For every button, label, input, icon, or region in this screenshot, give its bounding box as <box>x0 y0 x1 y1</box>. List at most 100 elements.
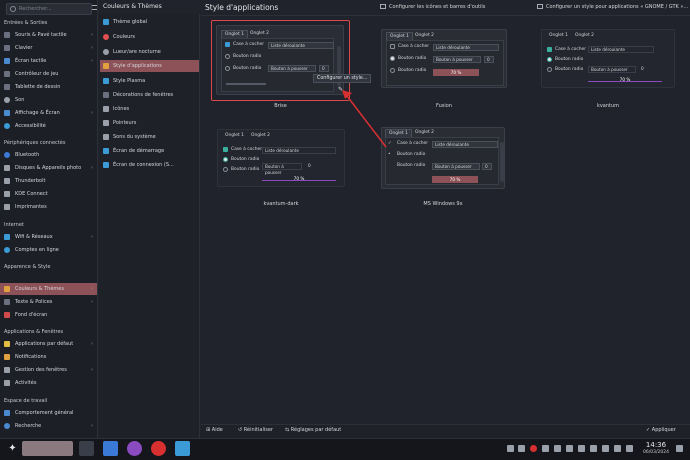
color-wheel-icon <box>103 34 109 40</box>
style-preview-ms-windows-9x[interactable]: Onglet 1 Onglet 2 ✓ Case à cocher • Bout… <box>381 127 505 189</box>
sidebar-item-touchscreen[interactable]: Écran tactile › <box>0 55 97 67</box>
sidebar-item-keyboard[interactable]: Clavier › <box>0 42 97 54</box>
activities-icon <box>4 380 10 386</box>
music-icon <box>103 134 109 140</box>
nav-item-cursors[interactable]: Pointeurs <box>100 117 199 129</box>
sidebar-item-activities[interactable]: Activités <box>0 377 97 389</box>
sidebar-item-drawing-tablet[interactable]: Tablette de dessin <box>0 81 97 93</box>
sidebar-item-colors-themes[interactable]: Couleurs & Thèmes › <box>0 283 97 295</box>
sidebar-item-default-apps[interactable]: Applications par défaut › <box>0 338 97 350</box>
file-manager-icon[interactable] <box>103 441 118 456</box>
nav-item-icons[interactable]: Icônes <box>100 103 199 115</box>
nav-item-splash-screen[interactable]: Écran de démarrage <box>100 145 199 157</box>
nav-item-night-light[interactable]: Lueur/are nocturne <box>100 46 199 58</box>
wallpaper-icon <box>4 312 10 318</box>
configure-icons-toolbars-button[interactable]: Configurer les icônes et barres d'outils <box>380 4 485 10</box>
bluetooth-icon[interactable] <box>614 445 621 452</box>
nav-item-global-theme[interactable]: Thème global <box>100 16 199 28</box>
help-button[interactable]: ⊞ Aide <box>206 427 223 433</box>
notifications-icon[interactable] <box>626 445 633 452</box>
sidebar-item-online-accounts[interactable]: Comptes en ligne <box>0 244 97 256</box>
volume-icon[interactable] <box>602 445 609 452</box>
speaker-icon <box>4 97 10 103</box>
sidebar-item-fonts[interactable]: Texte & Polices › <box>0 296 97 308</box>
sidebar-item-kde-connect[interactable]: KDE Connect <box>0 188 97 200</box>
sidebar-item-notifications[interactable]: Notifications <box>0 351 97 363</box>
sidebar-item-disks[interactable]: Disques & Appareils photo › <box>0 162 97 174</box>
nav-item-plasma-style[interactable]: Style Plasma <box>100 75 199 87</box>
sidebar-item-accessibility[interactable]: Accessibilité <box>0 120 97 132</box>
browser-icon[interactable] <box>127 441 142 456</box>
style-name-kvantum-dark: kvantum-dark <box>263 201 299 207</box>
sidebar-item-wifi[interactable]: Wifi & Réseaux › <box>0 231 97 243</box>
middle-panel-title: Couleurs & Thèmes <box>103 3 162 10</box>
nav-item-system-sounds[interactable]: Sons du système <box>100 131 199 143</box>
section-header: Espace de travail <box>4 398 48 404</box>
apply-button[interactable]: ✓ Appliquer <box>646 427 676 433</box>
record-icon[interactable] <box>530 445 537 452</box>
tray-icon[interactable] <box>507 445 514 452</box>
login-icon <box>103 162 109 168</box>
style-preview-kvantum[interactable]: Onglet 1 Onglet 2 Case à cocher Bouton r… <box>541 29 675 88</box>
sidebar-item-mouse[interactable]: Souris & Pavé tactile › <box>0 29 97 41</box>
clock-time[interactable]: 14:36 <box>640 441 672 449</box>
show-desktop-icon[interactable] <box>79 441 94 456</box>
sidebar-item-display[interactable]: Affichage & Écran › <box>0 107 97 119</box>
battery-icon[interactable] <box>578 445 585 452</box>
palette-icon <box>4 286 10 292</box>
plasma-icon <box>103 78 109 84</box>
wifi-icon <box>4 234 10 240</box>
nav-item-colors[interactable]: Couleurs <box>100 31 199 43</box>
sidebar-item-printers[interactable]: Imprimantes <box>0 201 97 213</box>
menu-icon[interactable] <box>92 5 97 10</box>
accessibility-icon <box>4 123 10 129</box>
app-launcher-icon[interactable]: ✦ <box>5 441 20 456</box>
settings-icon <box>4 410 10 416</box>
sidebar-item-general-behavior[interactable]: Comportement général <box>0 407 97 419</box>
tray-icon[interactable] <box>676 445 683 452</box>
configure-style-icon[interactable]: ✎ <box>338 86 345 93</box>
tray-icon[interactable] <box>542 445 549 452</box>
page-title: Style d'applications <box>205 3 279 12</box>
brush-icon <box>103 63 109 69</box>
style-preview-fusion[interactable]: Onglet 1 Onglet 2 Case à cocher Bouton r… <box>381 29 507 88</box>
defaults-button[interactable]: ⇆ Réglages par défaut <box>285 427 341 433</box>
tray-icon[interactable] <box>554 445 561 452</box>
network-icon[interactable] <box>590 445 597 452</box>
tray-icon[interactable] <box>518 445 525 452</box>
search-input[interactable]: Rechercher... <box>6 3 92 15</box>
style-preview-kvantum-dark[interactable]: Onglet 1 Onglet 2 Case à cocher Bouton r… <box>217 129 345 187</box>
chevron-right-icon: › <box>91 234 93 240</box>
star-icon <box>4 341 10 347</box>
system-settings-icon[interactable] <box>175 441 190 456</box>
printer-icon <box>4 204 10 210</box>
clock-date[interactable]: 06/03/2024 <box>640 450 672 455</box>
search-icon <box>4 423 10 429</box>
thunderbolt-icon <box>4 178 10 184</box>
clipboard-icon[interactable] <box>566 445 573 452</box>
sidebar-item-sound[interactable]: Son <box>0 94 97 106</box>
virtual-desktops-pager[interactable] <box>22 441 73 456</box>
style-name-kvantum: kvantum <box>596 103 620 109</box>
touchscreen-icon <box>4 58 10 64</box>
sidebar-item-thunderbolt[interactable]: Thunderbolt <box>0 175 97 187</box>
chevron-right-icon: › <box>91 58 93 64</box>
gtk-icon <box>537 4 543 9</box>
sidebar-item-bluetooth[interactable]: Bluetooth <box>0 149 97 161</box>
nav-item-login-screen[interactable]: Écran de connexion (S... <box>100 159 199 171</box>
media-app-icon[interactable] <box>151 441 166 456</box>
reset-button[interactable]: ↺ Réinitialiser <box>238 427 273 433</box>
keyboard-icon <box>4 45 10 51</box>
configure-gtk-style-button[interactable]: Configurer un style pour applications « … <box>537 4 688 10</box>
phone-icon <box>4 191 10 197</box>
sidebar-item-wallpaper[interactable]: Fond d'écran <box>0 309 97 321</box>
sidebar-item-window-management[interactable]: Gestion des fenêtres › <box>0 364 97 376</box>
chevron-right-icon: › <box>91 423 93 429</box>
sidebar-item-search[interactable]: Recherche › <box>0 420 97 432</box>
nav-item-window-decorations[interactable]: Décorations de fenêtres <box>100 89 199 101</box>
nav-item-application-style[interactable]: Style d'applications <box>100 60 199 72</box>
sidebar-item-game-controller[interactable]: Contrôleur de jeu <box>0 68 97 80</box>
chevron-right-icon: › <box>91 299 93 305</box>
section-header: Internet <box>4 222 24 228</box>
middle-panel: Thème global Couleurs Lueur/are nocturne… <box>99 14 200 438</box>
